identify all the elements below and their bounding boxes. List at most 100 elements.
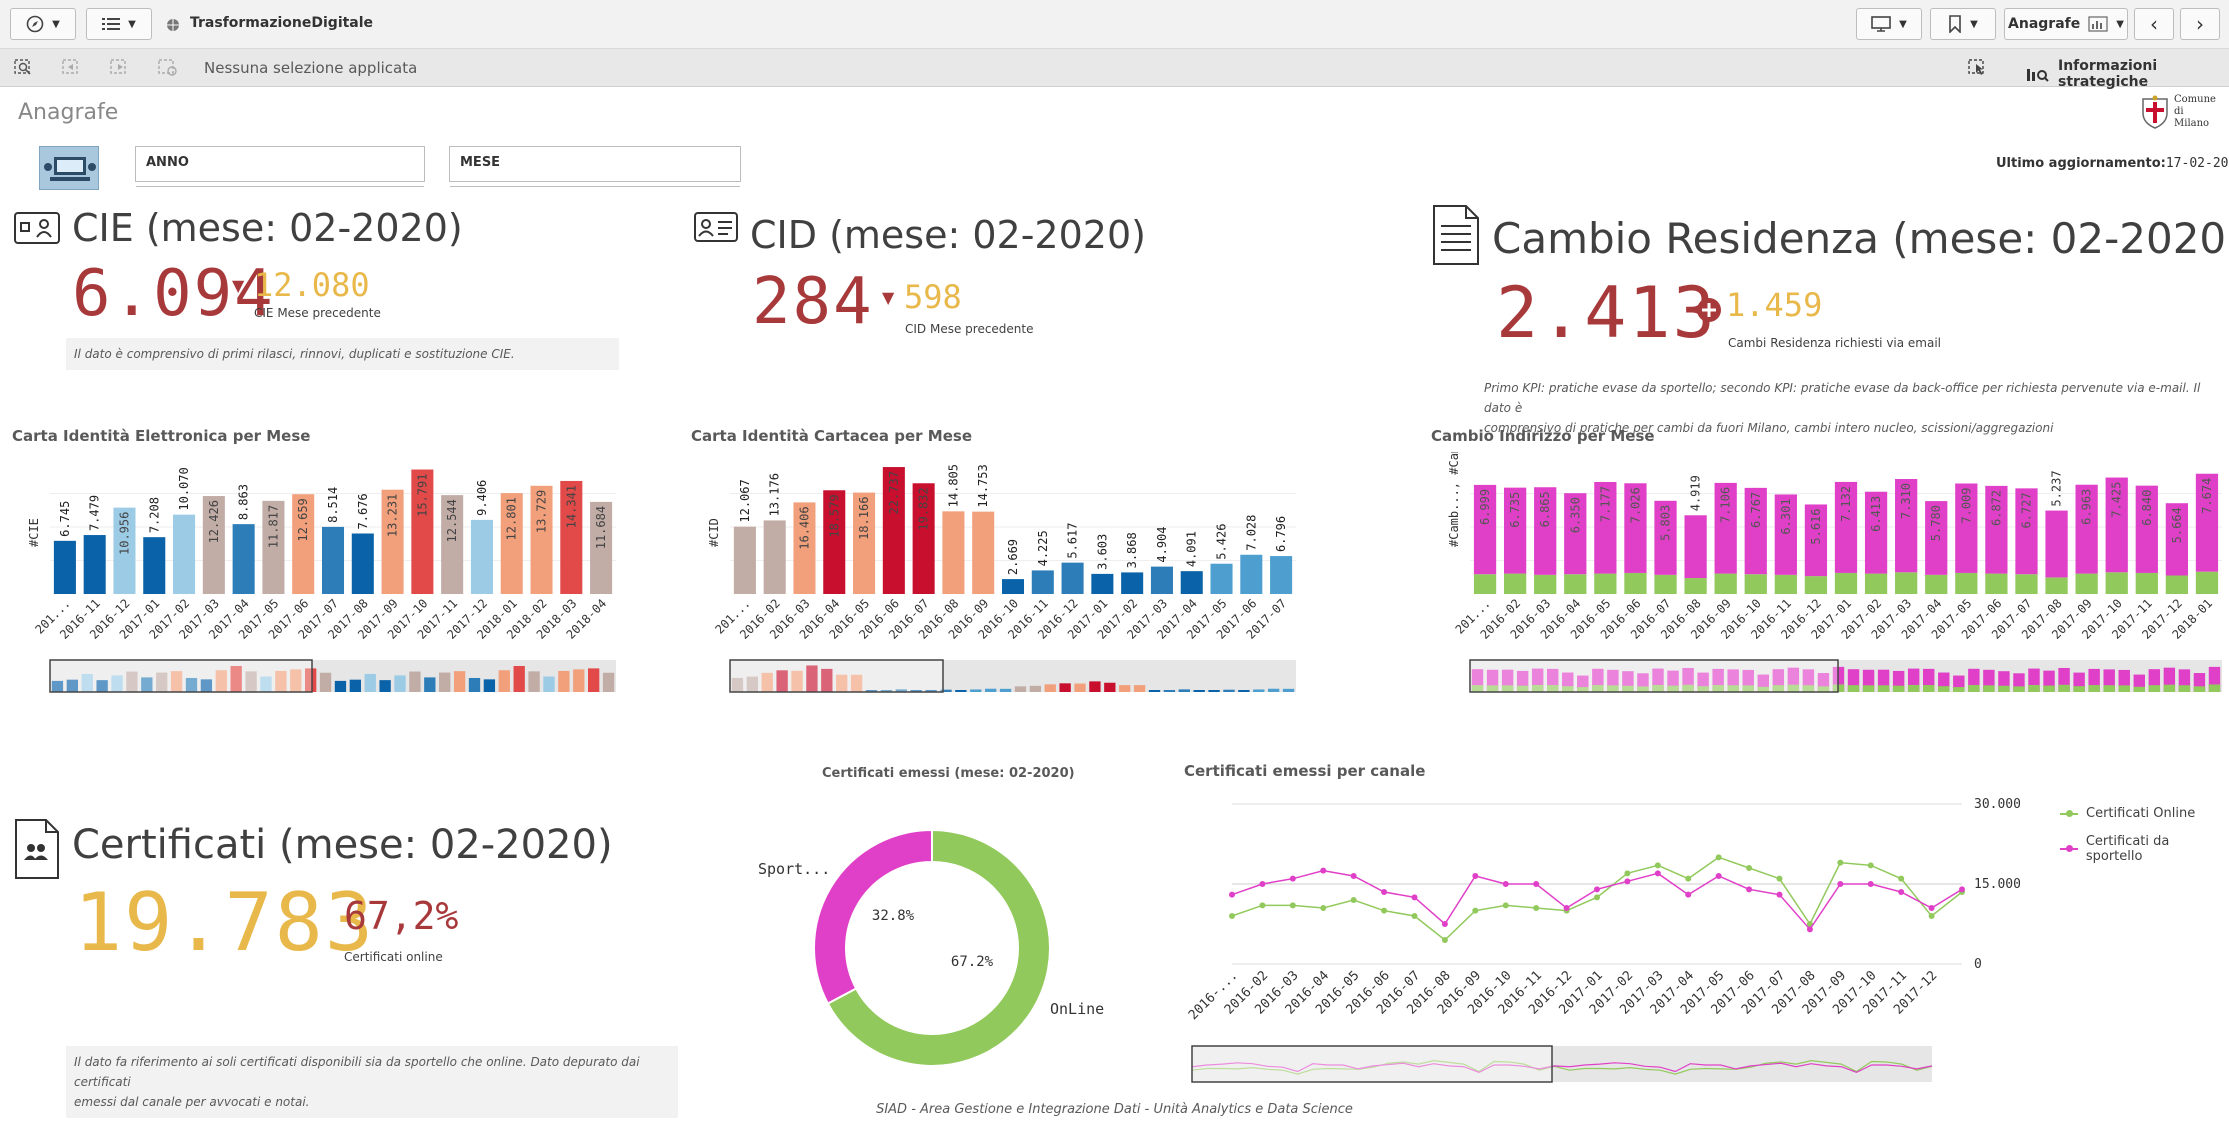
bar-value-label: 4.091 (1185, 531, 1199, 567)
bar (351, 533, 374, 594)
register-office-image (39, 146, 99, 190)
cid-kpi-previous: 598 (904, 278, 962, 316)
series-point-sportello (1289, 875, 1296, 882)
selection-tool-icon[interactable] (1968, 59, 1988, 77)
bar-email (1925, 574, 1948, 594)
series-point-sportello (1229, 891, 1235, 898)
mini-chart-window (49, 659, 313, 693)
mini-bar (1267, 688, 1280, 692)
legend-online-marker (2060, 809, 2078, 817)
series-point-sportello (1746, 886, 1753, 893)
bar (1180, 571, 1203, 594)
series-point-sportello (1441, 921, 1448, 927)
bar-value-label: 12.801 (505, 497, 519, 540)
bar-value-label: 11.817 (266, 505, 280, 548)
next-sheet-button[interactable]: › (2180, 8, 2220, 40)
bar (972, 511, 995, 594)
bar-value-label: 6.999 (1478, 489, 1492, 525)
bar (83, 535, 106, 594)
bar-value-label: 7.177 (1598, 486, 1612, 522)
mini-bar (364, 673, 376, 692)
bar-value-label: 16.406 (797, 506, 811, 549)
navigation-menu-button[interactable]: ▼ (10, 8, 76, 40)
residenza-kpi-title: Cambio Residenza (mese: 02-2020) (1492, 214, 2229, 263)
series-point-sportello (1928, 905, 1935, 911)
mese-filter[interactable]: MESE (449, 146, 741, 187)
mini-bar (483, 679, 496, 692)
selection-status-text: Nessuna selezione applicata (204, 59, 418, 77)
cie-kpi-previous: 12.080 (254, 266, 370, 304)
mini-bar (334, 680, 347, 692)
bar-value-label: 6.963 (2080, 489, 2094, 525)
bar (1210, 563, 1233, 594)
certificati-kpi-pct-label: Certificati online (344, 950, 443, 964)
bar-value-label: 6.796 (1274, 516, 1288, 552)
bar-value-label: 3.603 (1095, 534, 1109, 570)
bar (1121, 572, 1144, 594)
mini-bar-email (1877, 685, 1890, 692)
series-point-online (1715, 854, 1722, 861)
sheet-selector-button[interactable]: Anagrafe ▼ (2004, 8, 2128, 40)
line-chart-title: Certificati emessi per canale (1184, 762, 1426, 780)
cie-chart-title: Carta Identità Elettronica per Mese (12, 427, 311, 445)
donut-chart-title: Certificati emessi (mese: 02-2020) (822, 766, 1075, 781)
insights-button[interactable]: Informazioni strategiche (2026, 58, 2229, 90)
bar-value-label: 4.919 (1689, 475, 1703, 511)
mini-chart-window (1191, 1045, 1553, 1083)
certificati-kpi-title: Certificati (mese: 02-2020) (72, 822, 613, 868)
bar-email (1624, 572, 1647, 594)
step-back-icon[interactable] (62, 59, 82, 77)
bar-value-label: 5.780 (1929, 505, 1943, 541)
list-menu-button[interactable]: ▼ (86, 8, 152, 40)
mini-bar (558, 670, 570, 692)
mini-bar (1238, 690, 1250, 692)
residenza-kpi-email-label: Cambi Residenza richiesti via email (1728, 336, 1942, 350)
legend-sportello-label: Certificati da sportello (2085, 834, 2170, 864)
mini-bar-email (2163, 684, 2176, 692)
mini-bar-email (1953, 687, 1965, 692)
series-point-online (1654, 862, 1661, 869)
mini-bar (498, 670, 510, 692)
smart-search-icon[interactable] (14, 59, 34, 77)
bar-email (1684, 578, 1707, 594)
previous-sheet-button[interactable]: ‹ (2134, 8, 2174, 40)
chevron-down-icon: ▼ (52, 18, 60, 30)
mini-chart-window (729, 659, 944, 693)
anno-filter[interactable]: ANNO (135, 146, 425, 187)
bar-email (2075, 573, 2098, 594)
bar-email (1564, 574, 1587, 594)
bar-email (2165, 575, 2189, 594)
bar-value-label: 3.868 (1125, 532, 1139, 568)
bar-email (1744, 574, 1767, 594)
step-forward-icon[interactable] (110, 59, 130, 77)
bar (53, 540, 76, 594)
bar-value-label: 5.664 (2170, 507, 2184, 543)
chevron-left-icon: ‹ (2150, 12, 2158, 36)
bar-value-label: 7.106 (1719, 487, 1733, 523)
series-point-online (1320, 905, 1327, 911)
bar-value-label: 19.832 (917, 487, 931, 530)
bar (1001, 579, 1025, 594)
legend-online[interactable]: Certificati Online (2060, 806, 2195, 821)
mini-bar (1044, 684, 1056, 692)
last-update-value: 17-02-2020 (2165, 156, 2229, 171)
clear-selections-icon[interactable] (158, 59, 178, 77)
bar-value-label: 5.426 (1215, 524, 1229, 560)
mini-bar-email (2043, 685, 2055, 692)
bar-value-label: 7.479 (88, 495, 102, 531)
series-point-online (1837, 859, 1844, 866)
y-axis-label: #Camb..., #Camb... (1447, 452, 1461, 547)
app-globe-icon (166, 18, 180, 32)
mini-bar (453, 671, 466, 692)
present-menu-button[interactable]: ▼ (1856, 8, 1922, 40)
mini-bar-email (1907, 684, 1920, 692)
series-point-online (1502, 902, 1509, 909)
y-axis-label: #CID (707, 518, 721, 547)
mini-bar (1074, 683, 1086, 692)
bar-value-label: 2.669 (1006, 539, 1020, 575)
residenza-kpi-email: 1.459 (1726, 286, 1823, 324)
series-point-online (1746, 865, 1753, 871)
mini-bar (543, 676, 555, 692)
bookmark-menu-button[interactable]: ▼ (1930, 8, 1996, 40)
legend-sportello[interactable]: Certificati da sportello (2060, 834, 2229, 864)
